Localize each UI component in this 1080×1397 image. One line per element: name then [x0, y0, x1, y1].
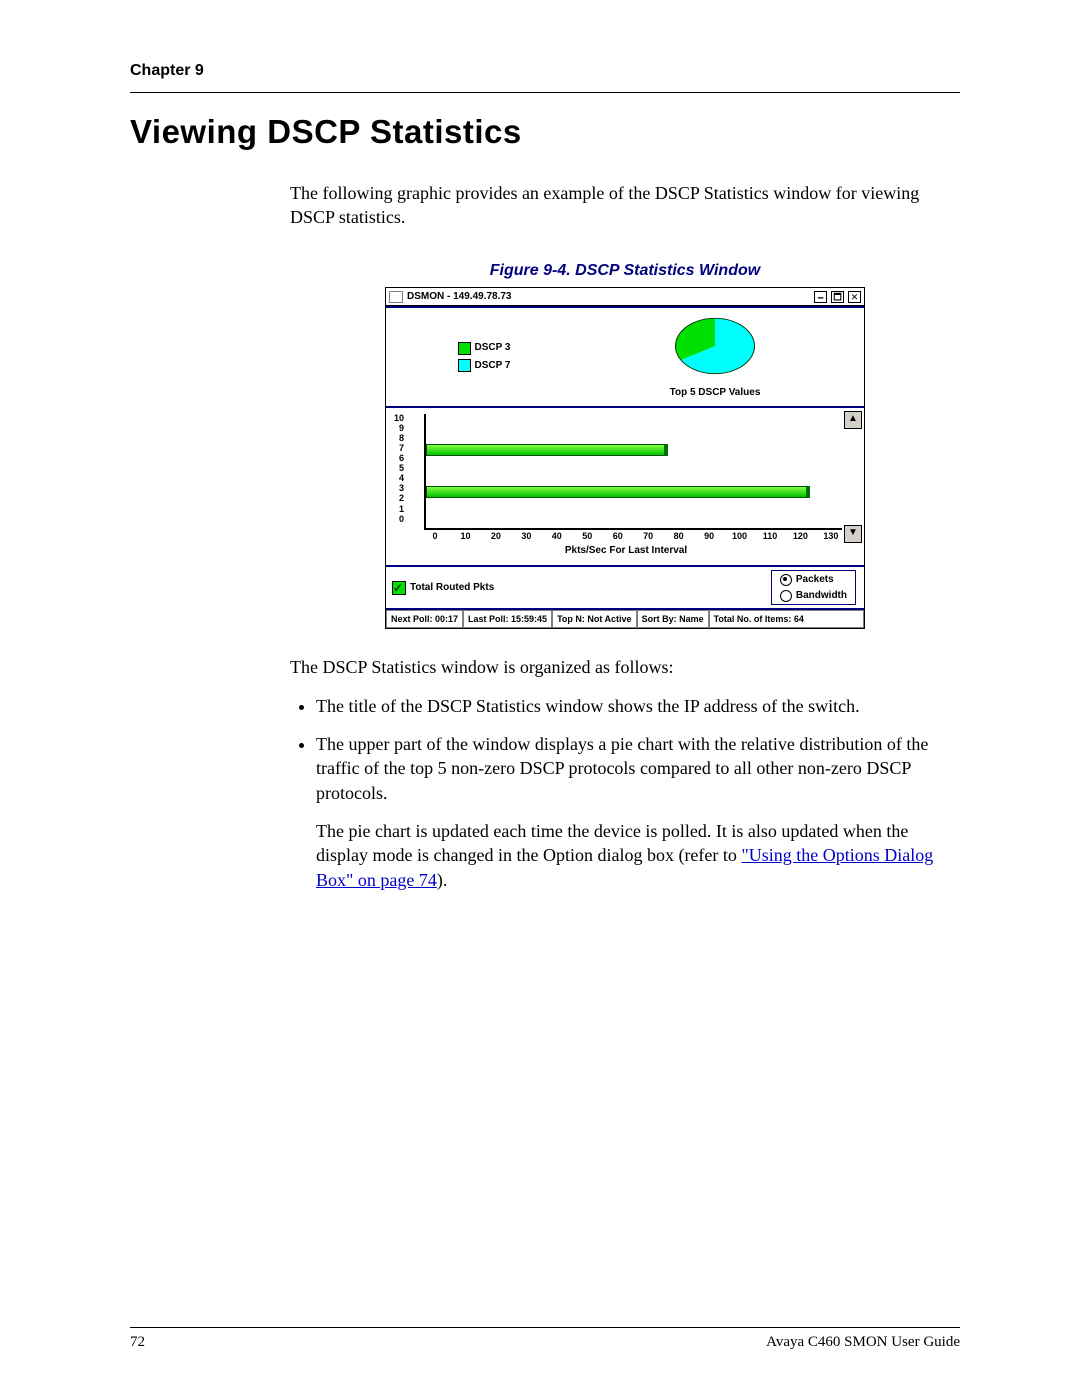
- x-tick: 100: [731, 530, 749, 542]
- x-tick: 60: [609, 530, 627, 542]
- y-tick: 9: [394, 424, 404, 433]
- bullet-2: The upper part of the window displays a …: [316, 732, 960, 892]
- pie-caption: Top 5 DSCP Values: [574, 386, 856, 400]
- legend-swatch-cyan: [458, 359, 471, 372]
- packets-radio[interactable]: [780, 574, 792, 586]
- x-tick: 110: [761, 530, 779, 542]
- bar-plot-area: [424, 414, 842, 530]
- window-close-icon[interactable]: ✕: [848, 291, 861, 303]
- page-number: 72: [130, 1334, 145, 1351]
- bullet-2-followup: The pie chart is updated each time the d…: [316, 819, 960, 892]
- display-mode-group: Packets Bandwidth: [771, 570, 856, 605]
- options-panel: Total Routed Pkts Packets Bandwidth: [386, 567, 864, 610]
- window-title-text: DSMON - 149.49.78.73: [407, 290, 814, 304]
- total-routed-pkts-checkbox[interactable]: [392, 581, 406, 595]
- window-minimize-icon[interactable]: 🗕: [814, 291, 827, 303]
- y-tick: 4: [394, 474, 404, 483]
- y-tick: 0: [394, 515, 404, 524]
- scroll-down-button[interactable]: ▼: [844, 525, 862, 543]
- body-block: The following graphic provides an exampl…: [290, 181, 960, 892]
- bar-dscp3: [426, 486, 810, 498]
- total-routed-pkts-label: Total Routed Pkts: [410, 581, 494, 595]
- y-tick: 10: [394, 414, 404, 423]
- x-tick: 90: [700, 530, 718, 542]
- guide-name: Avaya C460 SMON User Guide: [766, 1334, 960, 1351]
- bullet-list: The title of the DSCP Statistics window …: [290, 694, 960, 892]
- x-tick: 80: [670, 530, 688, 542]
- legend-label-dscp7: DSCP 7: [475, 359, 511, 373]
- packets-radio-label: Packets: [796, 573, 834, 587]
- status-next-poll: Next Poll: 00:17: [386, 610, 463, 628]
- bar-panel: ▲ ▼ 10 9 8 7 6 5 4 3 2 1 0: [386, 408, 864, 568]
- bullet-2-text: The upper part of the window displays a …: [316, 734, 928, 803]
- y-tick: 8: [394, 434, 404, 443]
- x-tick: 120: [791, 530, 809, 542]
- y-tick: 2: [394, 494, 404, 503]
- legend-item-dscp3: DSCP 3: [458, 341, 511, 355]
- bar-dscp7: [426, 444, 668, 456]
- status-last-poll: Last Poll: 15:59:45: [463, 610, 552, 628]
- status-top-n: Top N: Not Active: [552, 610, 637, 628]
- y-tick: 3: [394, 484, 404, 493]
- bar-y-axis: 10 9 8 7 6 5 4 3 2 1 0: [394, 414, 404, 524]
- intro-paragraph: The following graphic provides an exampl…: [290, 181, 960, 230]
- legend-swatch-green: [458, 342, 471, 355]
- figure-caption: Figure 9-4. DSCP Statistics Window: [290, 260, 960, 282]
- window-maximize-icon[interactable]: 🗖: [831, 291, 844, 303]
- dscp-stats-window: DSMON - 149.49.78.73 🗕 🗖 ✕ DSCP 3 DSCP 7: [385, 287, 865, 629]
- header-rule: [130, 92, 960, 93]
- scroll-up-button[interactable]: ▲: [844, 411, 862, 429]
- x-tick: 130: [822, 530, 840, 542]
- bullet-1: The title of the DSCP Statistics window …: [316, 694, 960, 718]
- window-system-icon: [389, 291, 403, 303]
- chapter-label: Chapter 9: [130, 62, 960, 80]
- bar-x-title: Pkts/Sec For Last Interval: [410, 544, 842, 562]
- legend-label-dscp3: DSCP 3: [475, 341, 511, 355]
- page-title: Viewing DSCP Statistics: [130, 113, 960, 151]
- bar-x-axis: 0 10 20 30 40 50 60 70 80 90 100 110 120…: [424, 530, 842, 542]
- bullet-2-followup-b: ).: [437, 870, 448, 890]
- after-figure-paragraph: The DSCP Statistics window is organized …: [290, 655, 960, 679]
- status-bar: Next Poll: 00:17 Last Poll: 15:59:45 Top…: [386, 610, 864, 628]
- bullet-1-text: The title of the DSCP Statistics window …: [316, 696, 860, 716]
- pie-chart: [675, 314, 755, 384]
- pie-panel: DSCP 3 DSCP 7 Top 5 DSCP Values: [386, 306, 864, 408]
- pie-column: Top 5 DSCP Values: [574, 314, 856, 400]
- status-sort: Sort By: Name: [637, 610, 709, 628]
- window-titlebar: DSMON - 149.49.78.73 🗕 🗖 ✕: [386, 288, 864, 306]
- y-tick: 5: [394, 464, 404, 473]
- page-footer: 72 Avaya C460 SMON User Guide: [130, 1327, 960, 1351]
- status-item-count: Total No. of Items: 64: [709, 610, 864, 628]
- x-tick: 70: [639, 530, 657, 542]
- pie-legend: DSCP 3 DSCP 7: [394, 314, 574, 400]
- x-tick: 40: [548, 530, 566, 542]
- x-tick: 20: [487, 530, 505, 542]
- y-tick: 1: [394, 505, 404, 514]
- legend-item-dscp7: DSCP 7: [458, 359, 511, 373]
- x-tick: 50: [578, 530, 596, 542]
- y-tick: 7: [394, 444, 404, 453]
- y-tick: 6: [394, 454, 404, 463]
- x-tick: 0: [426, 530, 444, 542]
- x-tick: 10: [456, 530, 474, 542]
- bandwidth-radio[interactable]: [780, 590, 792, 602]
- bandwidth-radio-label: Bandwidth: [796, 589, 847, 603]
- x-tick: 30: [517, 530, 535, 542]
